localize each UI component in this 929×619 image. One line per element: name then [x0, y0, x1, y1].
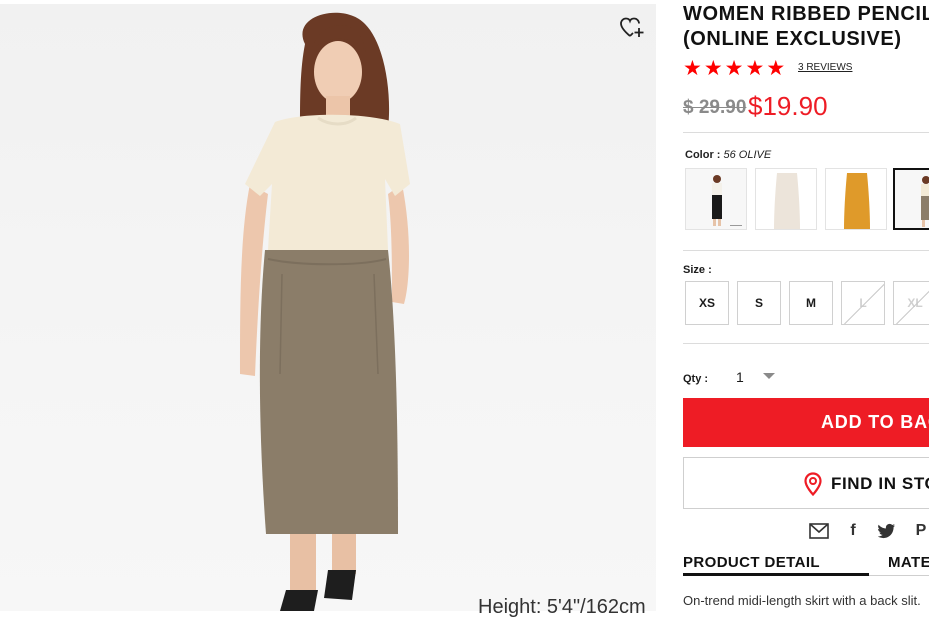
star-icon: ★: [724, 57, 744, 80]
quantity-label: Qty :: [683, 373, 709, 385]
color-swatch-black[interactable]: [685, 168, 747, 230]
tab-material[interactable]: MATERIAL: [888, 554, 929, 571]
original-price: $ 29.90: [683, 97, 747, 118]
mail-icon[interactable]: [809, 521, 829, 541]
product-description: On-trend midi-length skirt with a back s…: [683, 593, 921, 608]
active-tab-indicator: [683, 573, 869, 576]
divider: [683, 343, 929, 344]
size-option-l-unavailable: L: [841, 281, 885, 325]
color-value: 56 OLIVE: [723, 149, 772, 161]
star-icon: ★: [703, 57, 723, 80]
pinterest-icon[interactable]: P: [911, 521, 929, 541]
color-swatch-off-white[interactable]: [755, 168, 817, 230]
twitter-icon[interactable]: [877, 521, 897, 541]
product-title: WOMEN RIBBED PENCIL M (ONLINE EXCLUSIVE): [683, 3, 929, 50]
model-height-caption: Height: 5'4"/162cm: [478, 596, 646, 618]
reviews-link[interactable]: 3 REVIEWS: [798, 62, 852, 73]
find-in-store-label: FIND IN STORE: [831, 474, 929, 493]
color-selector-label: Color : 56 OLIVE: [685, 149, 771, 161]
star-icon: ★: [766, 57, 786, 80]
product-image: [0, 4, 656, 611]
size-label: Size :: [683, 264, 712, 276]
add-to-bag-label: ADD TO BAG: [821, 412, 929, 432]
size-option-s[interactable]: S: [737, 281, 781, 325]
star-icon: ★: [745, 57, 765, 80]
divider: [683, 132, 929, 133]
add-to-wishlist-icon[interactable]: [619, 16, 645, 40]
sale-price: $19.90: [748, 91, 828, 121]
add-to-bag-button[interactable]: ADD TO BAG: [683, 398, 929, 447]
model-photo: [240, 12, 410, 611]
facebook-icon[interactable]: f: [843, 521, 863, 541]
size-option-xl-unavailable: XL: [893, 281, 929, 325]
divider: [683, 250, 929, 251]
tab-product-detail[interactable]: PRODUCT DETAIL: [683, 554, 820, 571]
star-icon: ★: [683, 57, 702, 80]
chevron-down-icon[interactable]: [763, 373, 775, 379]
color-swatch-mustard[interactable]: [825, 168, 887, 230]
size-option-m[interactable]: M: [789, 281, 833, 325]
rating-stars: ★ ★ ★ ★ ★: [683, 58, 785, 80]
product-details-panel: WOMEN RIBBED PENCIL M (ONLINE EXCLUSIVE)…: [683, 0, 929, 611]
color-swatch-olive[interactable]: [893, 168, 929, 230]
find-in-store-button[interactable]: FIND IN STORE: [683, 457, 929, 509]
size-option-xs[interactable]: XS: [685, 281, 729, 325]
location-pin-icon: [804, 472, 822, 496]
quantity-select[interactable]: 1: [736, 369, 744, 385]
color-label: Color :: [685, 149, 721, 161]
